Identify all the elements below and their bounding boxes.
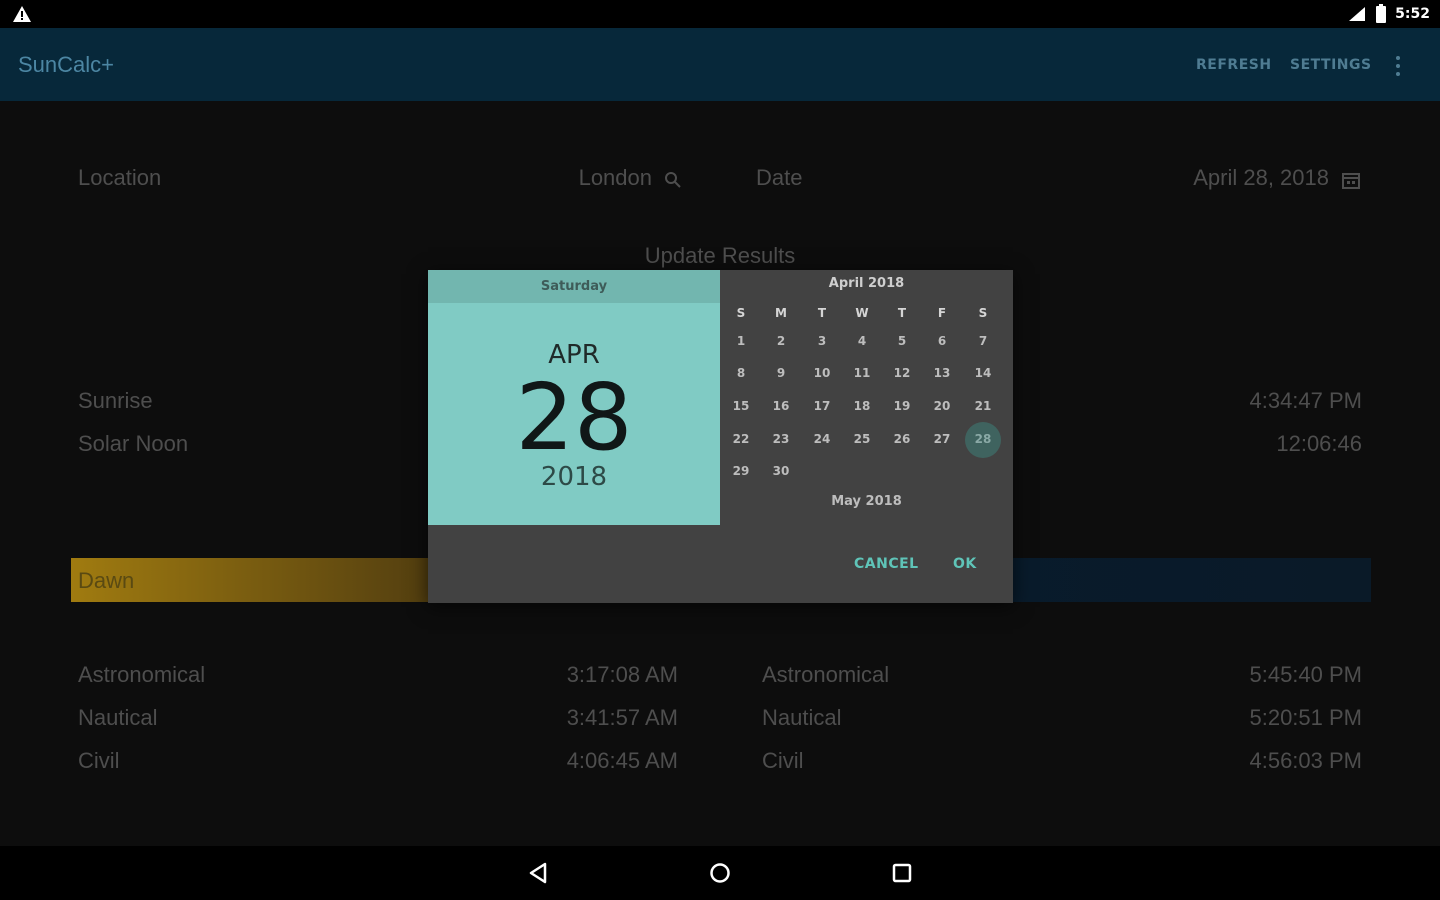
sunrise-label: Sunrise — [78, 388, 153, 413]
status-icons: 5:52 — [1347, 4, 1430, 24]
calendar-day[interactable]: 26 — [882, 432, 922, 446]
sunset-value: 4:34:47 PM — [1249, 388, 1362, 413]
refresh-button[interactable]: REFRESH — [1196, 57, 1272, 73]
weekday-header: M — [775, 306, 787, 320]
ok-button[interactable]: OK — [953, 556, 977, 572]
date-picker-dialog: Saturday APR 28 2018 April 2018 S M T W T F S 1… — [428, 270, 1013, 603]
update-results-button[interactable]: Update Results — [0, 243, 1440, 269]
calendar-day[interactable]: 17 — [802, 399, 842, 413]
location-value: London — [578, 165, 652, 190]
astronomical-dawn-label: Astronomical — [78, 662, 206, 687]
nautical-dusk-label: Nautical — [762, 705, 842, 730]
calendar-day[interactable]: 4 — [842, 334, 882, 348]
signal-icon — [1349, 7, 1366, 21]
app-bar: SunCalc+ REFRESH SETTINGS — [0, 28, 1440, 101]
nautical-dusk-value: 5:20:51 PM — [1249, 705, 1362, 730]
astronomical-dawn-value: 3:17:08 AM — [566, 662, 678, 687]
nautical-dawn-value: 3:41:57 AM — [566, 705, 678, 730]
next-month-title: May 2018 — [831, 494, 902, 509]
calendar-day[interactable]: 14 — [963, 366, 1003, 380]
civil-dusk-label: Civil — [762, 748, 804, 773]
calendar-day[interactable]: 19 — [882, 399, 922, 413]
weekday-header: T — [817, 306, 827, 320]
search-icon — [665, 172, 681, 188]
calendar-icon — [1342, 173, 1360, 189]
calendar-day[interactable]: 30 — [761, 464, 801, 478]
solar-noon-label: Solar Noon — [78, 431, 189, 456]
header-day[interactable]: 28 — [428, 368, 720, 468]
battery-icon — [1376, 4, 1387, 23]
calendar-day[interactable]: 24 — [802, 432, 842, 446]
civil-dawn-value: 4:06:45 AM — [566, 748, 678, 773]
calendar-day[interactable]: 15 — [721, 399, 761, 413]
calendar-day[interactable]: 29 — [721, 464, 761, 478]
date-field[interactable]: April 28, 2018 — [1150, 161, 1365, 195]
weekday-header: T — [897, 306, 907, 320]
weekday-header: W — [855, 306, 869, 320]
calendar-day[interactable]: 3 — [802, 334, 842, 348]
calendar-month-title: April 2018 — [828, 276, 905, 291]
calendar-day[interactable]: 23 — [761, 432, 801, 446]
astronomical-dusk-value: 5:45:40 PM — [1249, 662, 1362, 687]
status-bar: 5:52 — [0, 0, 1440, 28]
calendar-day[interactable]: 16 — [761, 399, 801, 413]
day-of-week: Saturday — [428, 270, 720, 303]
nautical-dawn-label: Nautical — [78, 705, 158, 730]
header-year[interactable]: 2018 — [428, 462, 720, 492]
weekday-header: F — [937, 306, 947, 320]
calendar-day[interactable]: 2 — [761, 334, 801, 348]
cancel-button[interactable]: CANCEL — [854, 556, 919, 572]
home-icon[interactable] — [708, 861, 732, 885]
calendar-day[interactable]: 9 — [761, 366, 801, 380]
dawn-label: Dawn — [78, 568, 135, 593]
weekday-header: S — [736, 306, 746, 320]
status-time: 5:52 — [1395, 6, 1430, 22]
back-icon[interactable] — [527, 861, 551, 885]
calendar-day[interactable]: 5 — [882, 334, 922, 348]
calendar-day[interactable]: 27 — [922, 432, 962, 446]
calendar-day[interactable]: 25 — [842, 432, 882, 446]
recents-icon[interactable] — [890, 861, 914, 885]
navigation-bar — [0, 846, 1440, 900]
date-label: Date — [756, 165, 803, 190]
calendar-day[interactable]: 7 — [963, 334, 1003, 348]
calendar-day-selected[interactable]: 28 — [963, 432, 1003, 446]
calendar-day[interactable]: 13 — [922, 366, 962, 380]
calendar-day[interactable]: 11 — [842, 366, 882, 380]
civil-dawn-label: Civil — [78, 748, 120, 773]
warning-icon — [13, 6, 31, 22]
civil-dusk-value: 4:56:03 PM — [1249, 748, 1362, 773]
calendar-day[interactable]: 21 — [963, 399, 1003, 413]
location-label: Location — [78, 165, 162, 190]
app-title: SunCalc+ — [18, 52, 115, 77]
location-field[interactable]: London — [520, 161, 690, 195]
solar-noon-value: 12:06:46 — [1276, 431, 1362, 456]
calendar-day[interactable]: 20 — [922, 399, 962, 413]
calendar-day[interactable]: 12 — [882, 366, 922, 380]
date-value: April 28, 2018 — [1193, 165, 1329, 190]
calendar-day[interactable]: 22 — [721, 432, 761, 446]
calendar-day[interactable]: 1 — [721, 334, 761, 348]
calendar-day[interactable]: 6 — [922, 334, 962, 348]
calendar-day[interactable]: 18 — [842, 399, 882, 413]
date-picker-header: Saturday APR 28 2018 — [428, 270, 720, 525]
calendar-day[interactable]: 10 — [802, 366, 842, 380]
weekday-header: S — [978, 306, 988, 320]
astronomical-dusk-label: Astronomical — [762, 662, 890, 687]
calendar-day[interactable]: 8 — [721, 366, 761, 380]
settings-button[interactable]: SETTINGS — [1290, 57, 1372, 73]
overflow-menu-icon[interactable] — [1390, 53, 1406, 79]
